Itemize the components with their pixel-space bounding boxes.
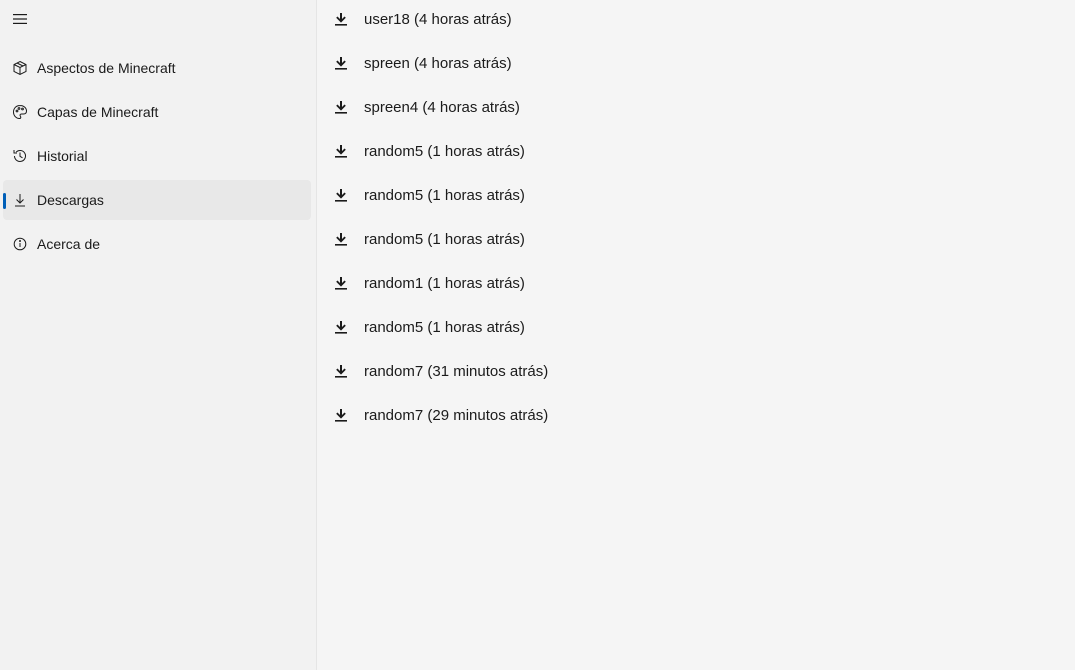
nav-label: Acerca de	[37, 236, 101, 252]
nav-item-capas[interactable]: Capas de Minecraft	[3, 92, 311, 132]
hamburger-menu-icon[interactable]	[8, 6, 32, 32]
list-item[interactable]: random5 (1 horas atrás)	[317, 132, 1075, 176]
list-item[interactable]: random5 (1 horas atrás)	[317, 220, 1075, 264]
nav-label: Descargas	[37, 192, 104, 208]
skin-cube-icon	[12, 60, 28, 76]
list-item[interactable]: random1 (1 horas atrás)	[317, 264, 1075, 308]
download-label: spreen4 (4 horas atrás)	[364, 99, 520, 116]
info-icon	[12, 236, 28, 252]
download-icon	[335, 189, 347, 202]
list-item[interactable]: random7 (31 minutos atrás)	[317, 352, 1075, 396]
download-label: random5 (1 horas atrás)	[364, 231, 525, 248]
nav-item-descargas[interactable]: Descargas	[3, 180, 311, 220]
nav-label: Historial	[37, 148, 88, 164]
nav-item-acerca[interactable]: Acerca de	[3, 224, 311, 264]
list-item[interactable]: spreen4 (4 horas atrás)	[317, 88, 1075, 132]
app-window: Aspectos de Minecraft Capas de Minecraft	[0, 0, 1075, 670]
download-icon	[335, 321, 347, 334]
list-item[interactable]: random5 (1 horas atrás)	[317, 308, 1075, 352]
list-item[interactable]: user18 (4 horas atrás)	[317, 0, 1075, 44]
download-icon	[335, 145, 347, 158]
nav-label: Aspectos de Minecraft	[37, 60, 176, 76]
selection-indicator	[3, 193, 6, 209]
download-icon	[335, 365, 347, 378]
palette-icon	[12, 104, 28, 120]
nav-item-aspectos[interactable]: Aspectos de Minecraft	[3, 48, 311, 88]
download-label: random5 (1 horas atrás)	[364, 143, 525, 160]
download-icon	[335, 409, 347, 422]
download-label: random7 (31 minutos atrás)	[364, 363, 549, 380]
download-label: random7 (29 minutos atrás)	[364, 407, 549, 424]
downloads-list: user18 (4 horas atrás) spreen (4 horas a…	[317, 0, 1075, 440]
download-label: random5 (1 horas atrás)	[364, 319, 525, 336]
download-icon	[335, 57, 347, 70]
download-label: random5 (1 horas atrás)	[364, 187, 525, 204]
downloads-page: user18 (4 horas atrás) spreen (4 horas a…	[317, 0, 1075, 670]
navigation-pane: Aspectos de Minecraft Capas de Minecraft	[0, 0, 317, 670]
list-item[interactable]: random5 (1 horas atrás)	[317, 176, 1075, 220]
download-icon	[335, 277, 347, 290]
list-item[interactable]: spreen (4 horas atrás)	[317, 44, 1075, 88]
list-item[interactable]: random7 (29 minutos atrás)	[317, 396, 1075, 440]
download-icon	[335, 233, 347, 246]
download-label: random1 (1 horas atrás)	[364, 275, 525, 292]
nav-item-historial[interactable]: Historial	[3, 136, 311, 176]
download-label: user18 (4 horas atrás)	[364, 11, 512, 28]
download-icon	[335, 101, 347, 114]
nav-menu: Aspectos de Minecraft Capas de Minecraft	[3, 48, 311, 268]
download-label: spreen (4 horas atrás)	[364, 55, 512, 72]
download-icon	[12, 192, 28, 208]
history-icon	[12, 148, 28, 164]
download-icon	[335, 13, 347, 26]
nav-label: Capas de Minecraft	[37, 104, 159, 120]
